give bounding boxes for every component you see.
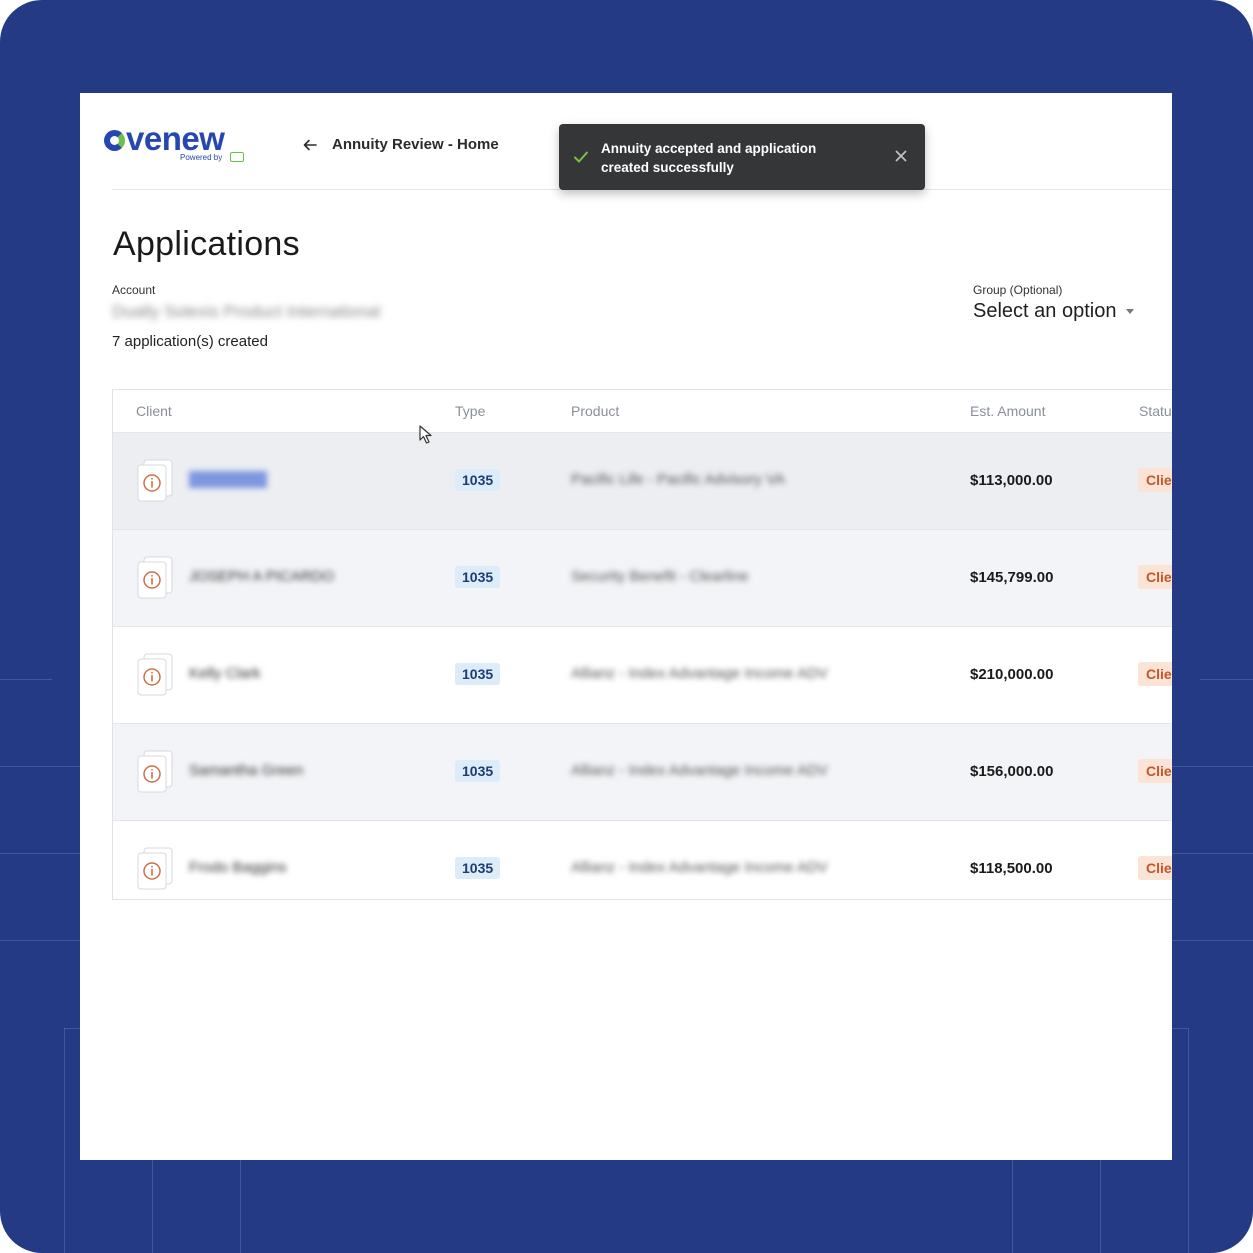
type-badge: 1035 [455,760,501,782]
document-info-icon [137,847,173,890]
client-name[interactable]: Kelly Clark [189,665,261,682]
client-name[interactable]: Samantha Green [189,762,303,779]
decorative-line [1188,1028,1189,1253]
decorative-line [0,679,52,680]
account-label: Account [112,283,156,297]
check-icon [574,151,588,163]
column-header-client[interactable]: Client [136,403,172,419]
group-label: Group (Optional) [973,283,1063,297]
type-badge: 1035 [455,566,501,588]
column-header-type[interactable]: Type [455,403,485,419]
account-value[interactable]: Dually Solexis Product International [112,302,380,322]
table-row[interactable]: JOHN DOE 1035 Pacific Life - Pacific Adv… [113,432,1172,529]
estimated-amount: $118,500.00 [970,860,1053,877]
decorative-line [64,1028,65,1253]
avenew-logo[interactable]: venew Powered by [104,121,254,167]
partner-logo-icon [230,152,244,162]
presentation-frame: venew Powered by Annuity Review - Home A… [0,0,1253,1253]
table-row[interactable]: Frodo Baggins 1035 Allianz - Index Advan… [113,820,1172,899]
group-select-value: Select an option [973,300,1117,322]
status-badge: Clie [1138,565,1172,589]
column-header-status[interactable]: Statu [1139,403,1172,419]
document-info-icon [137,750,173,793]
client-name[interactable]: Frodo Baggins [189,859,287,876]
group-select[interactable]: Select an option [973,300,1135,323]
success-toast: Annuity accepted and application created… [559,124,925,190]
logo-powered-by: Powered by [180,153,223,162]
close-icon[interactable] [893,148,909,164]
type-badge: 1035 [455,663,501,685]
arrow-left-icon [303,139,317,150]
page-title: Applications [113,225,300,263]
product-name: Allianz - Index Advantage Income ADV [571,859,828,876]
column-header-product[interactable]: Product [571,403,619,419]
product-name: Allianz - Index Advantage Income ADV [571,762,828,779]
column-header-amount[interactable]: Est. Amount [970,403,1045,419]
table-row[interactable]: JOSEPH A PICARDO 1035 Security Benefit -… [113,529,1172,626]
document-info-icon [137,556,173,599]
estimated-amount: $156,000.00 [970,763,1054,780]
status-badge: Clie [1138,662,1172,686]
applications-table: Client Type Product Est. Amount Statu JO… [112,389,1172,900]
logo-a-mark-icon [104,130,125,151]
product-name: Allianz - Index Advantage Income ADV [571,665,828,682]
app-screen: venew Powered by Annuity Review - Home A… [80,93,1172,1160]
type-badge: 1035 [455,857,501,879]
product-name: Security Benefit - Clearline [571,568,749,585]
product-name: Pacific Life - Pacific Advisory VA [571,471,785,488]
status-badge: Clie [1138,468,1172,492]
document-info-icon [137,459,173,502]
type-badge: 1035 [455,469,501,491]
estimated-amount: $145,799.00 [970,569,1054,586]
client-name[interactable]: JOSEPH A PICARDO [189,568,334,585]
toast-message: Annuity accepted and application created… [601,141,817,175]
table-row[interactable]: Samantha Green 1035 Allianz - Index Adva… [113,723,1172,820]
decorative-line [1200,679,1253,680]
table-row[interactable]: Kelly Clark 1035 Allianz - Index Advanta… [113,626,1172,723]
mouse-pointer-icon [419,425,432,444]
client-name[interactable]: JOHN DOE [189,471,267,488]
estimated-amount: $210,000.00 [970,666,1054,683]
status-badge: Clie [1138,759,1172,783]
logo-wordmark: venew [126,120,225,157]
table-header: Client Type Product Est. Amount Statu [113,390,1172,432]
back-link[interactable]: Annuity Review - Home [302,136,499,153]
caret-down-icon [1126,309,1135,314]
estimated-amount: $113,000.00 [970,472,1053,489]
status-badge: Clie [1138,856,1172,880]
back-link-label: Annuity Review - Home [332,136,499,153]
applications-created-count: 7 application(s) created [112,333,268,350]
document-info-icon [137,653,173,696]
